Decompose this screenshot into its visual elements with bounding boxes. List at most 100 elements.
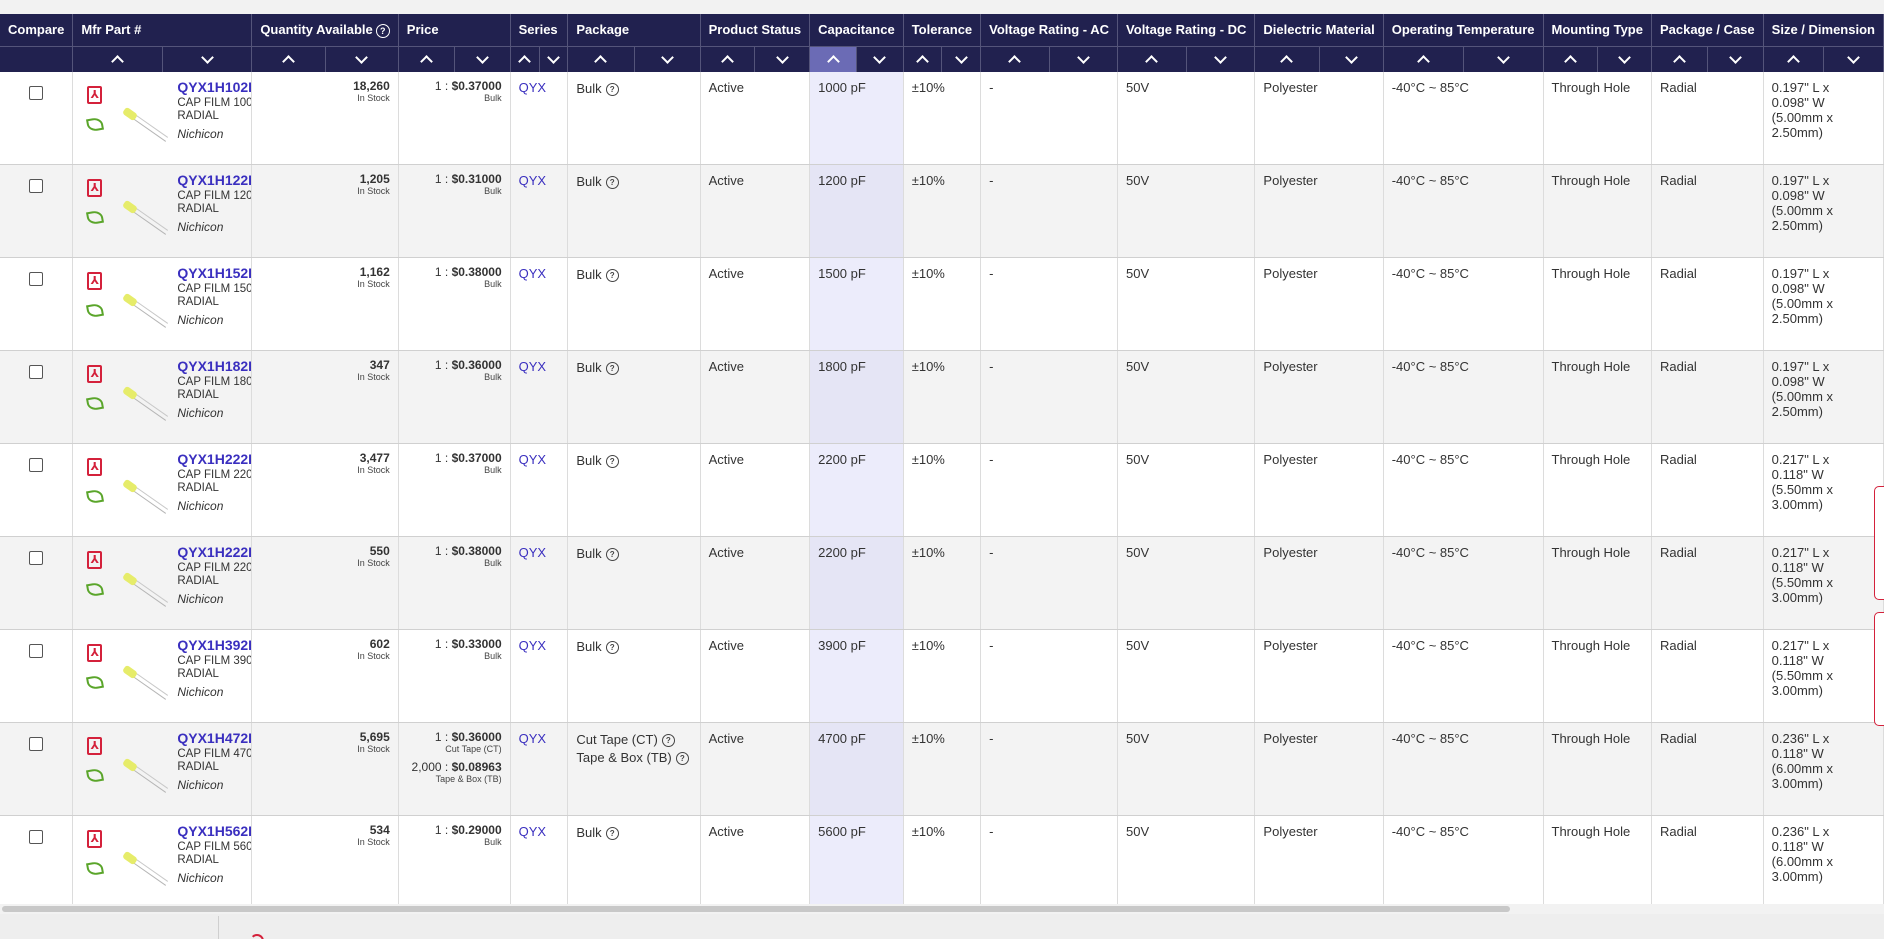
column-header-pkgcase[interactable]: Package / Case — [1651, 14, 1764, 46]
column-header-vdc[interactable]: Voltage Rating - DC — [1117, 14, 1256, 46]
series-link[interactable]: QYX — [519, 545, 546, 560]
product-image[interactable] — [121, 844, 171, 890]
sort-down-button[interactable] — [942, 47, 980, 72]
pdf-icon[interactable]: ⅄ — [87, 178, 103, 197]
side-feedback-tab[interactable] — [1874, 486, 1884, 600]
sort-down-button[interactable] — [455, 47, 510, 72]
sort-up-button[interactable] — [701, 46, 756, 72]
sort-up-button[interactable] — [810, 46, 857, 72]
column-header-vac[interactable]: Voltage Rating - AC — [980, 14, 1119, 46]
part-number-link[interactable]: QYX1H472KTP3TA — [177, 730, 250, 746]
column-header-dielectric[interactable]: Dielectric Material — [1254, 14, 1384, 46]
compare-checkbox[interactable] — [29, 457, 44, 472]
column-header-optemp[interactable]: Operating Temperature — [1383, 14, 1544, 46]
series-link[interactable]: QYX — [519, 266, 546, 281]
product-image[interactable] — [121, 472, 171, 518]
column-header-mounting[interactable]: Mounting Type — [1543, 14, 1652, 46]
series-link[interactable]: QYX — [519, 359, 546, 374]
pdf-icon[interactable]: ⅄ — [87, 736, 103, 755]
sort-down-button[interactable] — [755, 47, 809, 72]
help-circle-icon[interactable]: ? — [605, 82, 619, 96]
compare-checkbox[interactable] — [29, 643, 44, 658]
sort-up-button[interactable] — [1118, 46, 1187, 72]
sort-down-button[interactable] — [326, 47, 398, 72]
sort-down-button[interactable] — [163, 47, 251, 72]
sort-up-button[interactable] — [511, 46, 540, 72]
product-image[interactable] — [121, 658, 171, 704]
sort-down-button[interactable] — [1050, 47, 1117, 72]
series-link[interactable]: QYX — [519, 452, 546, 467]
part-number-link[interactable]: QYX1H152KTP — [177, 265, 250, 281]
product-image[interactable] — [121, 286, 171, 332]
sort-down-button[interactable] — [1708, 47, 1763, 72]
help-circle-icon[interactable]: ? — [675, 751, 689, 765]
column-header-size[interactable]: Size / Dimension — [1763, 14, 1884, 46]
part-number-link[interactable]: QYX1H222KTP1FD — [177, 544, 250, 560]
manufacturer-name[interactable]: Nichicon — [177, 778, 250, 792]
compare-checkbox[interactable] — [29, 829, 44, 844]
column-header-qty[interactable]: Quantity Available? — [251, 14, 399, 46]
help-circle-icon[interactable]: ? — [661, 733, 675, 747]
sort-down-button[interactable] — [540, 47, 568, 72]
pdf-icon[interactable]: ⅄ — [87, 643, 103, 662]
help-circle-icon[interactable]: ? — [605, 547, 619, 561]
help-circle-icon[interactable]: ? — [375, 23, 390, 38]
sort-up-button[interactable] — [252, 46, 326, 72]
product-image[interactable] — [121, 100, 171, 146]
pdf-icon[interactable]: ⅄ — [87, 85, 103, 104]
manufacturer-name[interactable]: Nichicon — [177, 406, 250, 420]
compare-checkbox[interactable] — [29, 85, 44, 100]
column-header-tolerance[interactable]: Tolerance — [903, 14, 982, 46]
manufacturer-name[interactable]: Nichicon — [177, 499, 250, 513]
sort-up-button[interactable] — [1764, 46, 1824, 72]
part-number-link[interactable]: QYX1H222KTP — [177, 451, 250, 467]
horizontal-scrollbar-thumb[interactable] — [2, 906, 1510, 912]
sort-up-button[interactable] — [904, 46, 943, 72]
manufacturer-name[interactable]: Nichicon — [177, 313, 250, 327]
series-link[interactable]: QYX — [519, 731, 546, 746]
part-number-link[interactable]: QYX1H102KTP — [177, 79, 250, 95]
manufacturer-name[interactable]: Nichicon — [177, 871, 250, 885]
column-header-status[interactable]: Product Status — [700, 14, 811, 46]
column-header-capacitance[interactable]: Capacitance — [809, 14, 904, 46]
help-circle-icon[interactable]: ? — [605, 826, 619, 840]
pdf-icon[interactable]: ⅄ — [87, 550, 103, 569]
side-help-tab[interactable] — [1874, 612, 1884, 726]
sort-up-button[interactable] — [1255, 46, 1320, 72]
compare-checkbox[interactable] — [29, 364, 44, 379]
sort-up-button[interactable] — [568, 46, 635, 72]
product-image[interactable] — [121, 379, 171, 425]
sort-down-button[interactable] — [857, 47, 903, 72]
sort-up-button[interactable] — [1384, 46, 1464, 72]
product-image[interactable] — [121, 751, 171, 797]
sort-up-button[interactable] — [981, 46, 1050, 72]
sort-down-button[interactable] — [1598, 47, 1651, 72]
series-link[interactable]: QYX — [519, 80, 546, 95]
part-number-link[interactable]: QYX1H562KTP — [177, 823, 250, 839]
part-number-link[interactable]: QYX1H122KTP — [177, 172, 250, 188]
help-circle-icon[interactable]: ? — [605, 640, 619, 654]
sort-down-button[interactable] — [1824, 47, 1883, 72]
pdf-icon[interactable]: ⅄ — [87, 364, 103, 383]
manufacturer-name[interactable]: Nichicon — [177, 592, 250, 606]
manufacturer-name[interactable]: Nichicon — [177, 127, 250, 141]
sort-down-button[interactable] — [1320, 47, 1383, 72]
pdf-icon[interactable]: ⅄ — [87, 829, 103, 848]
part-number-link[interactable]: QYX1H392KTP — [177, 637, 250, 653]
column-header-price[interactable]: Price — [398, 14, 511, 46]
part-number-link[interactable]: QYX1H182KTP — [177, 358, 250, 374]
column-header-package[interactable]: Package — [567, 14, 701, 46]
compare-checkbox[interactable] — [29, 271, 44, 286]
sort-down-button[interactable] — [635, 47, 700, 72]
sort-up-button[interactable] — [1544, 46, 1598, 72]
sort-up-button[interactable] — [73, 46, 163, 72]
horizontal-scrollbar[interactable] — [0, 904, 1884, 914]
series-link[interactable]: QYX — [519, 824, 546, 839]
series-link[interactable]: QYX — [519, 638, 546, 653]
column-header-series[interactable]: Series — [510, 14, 569, 46]
help-circle-icon[interactable]: ? — [605, 268, 619, 282]
pdf-icon[interactable]: ⅄ — [87, 271, 103, 290]
manufacturer-name[interactable]: Nichicon — [177, 220, 250, 234]
compare-checkbox[interactable] — [29, 178, 44, 193]
help-circle-icon[interactable]: ? — [605, 175, 619, 189]
